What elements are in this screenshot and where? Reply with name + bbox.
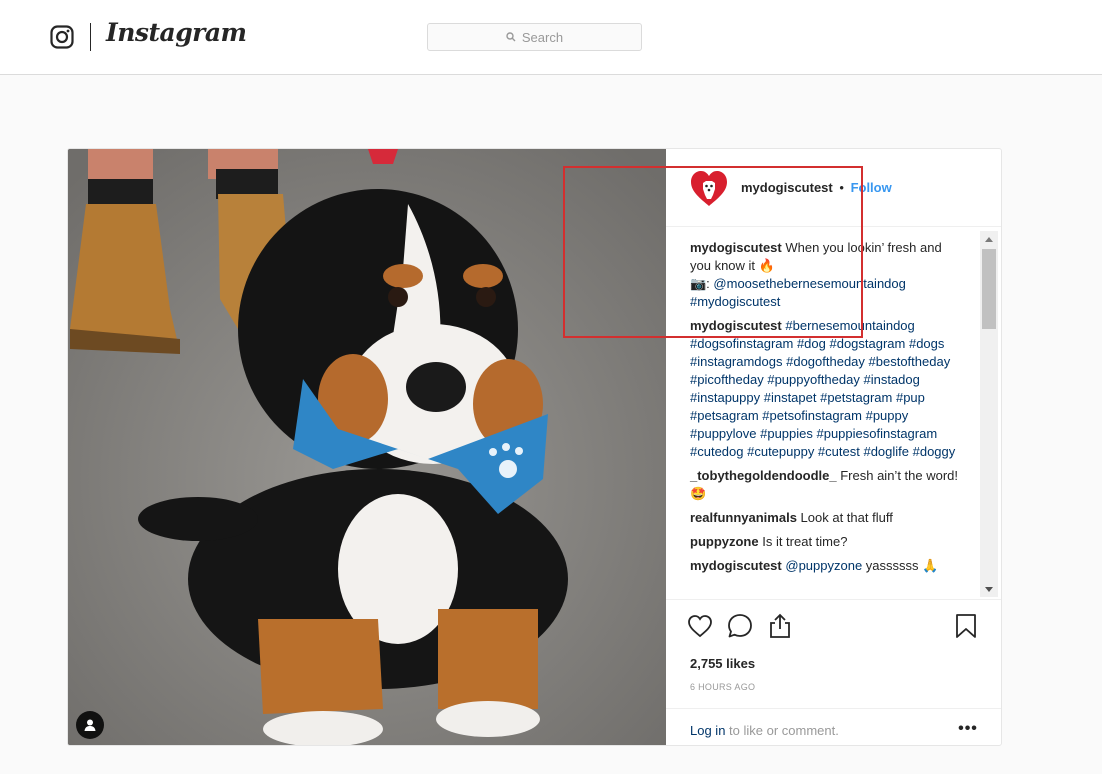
comment-text: Is it treat time?: [758, 534, 848, 549]
heart-logo-icon[interactable]: [689, 169, 729, 209]
login-link[interactable]: Log in: [690, 723, 725, 738]
login-bar: Log in to like or comment. •••: [666, 708, 1001, 745]
comment-icon[interactable]: [726, 612, 754, 640]
separator-dot: •: [839, 180, 844, 195]
comment-text: Look at that fluff: [796, 510, 893, 525]
likes-count[interactable]: 2,755 likes: [690, 656, 755, 671]
hashtag-link[interactable]: #mydogiscutest: [690, 294, 780, 309]
bookmark-icon[interactable]: [952, 612, 980, 640]
caption-comment: mydogiscutest When you lookin’ fresh and…: [690, 239, 965, 311]
more-icon[interactable]: •••: [956, 717, 980, 741]
user-tag-icon[interactable]: [76, 711, 104, 739]
share-icon[interactable]: [766, 612, 794, 640]
search-input[interactable]: Search: [427, 23, 642, 51]
post-header: mydogiscutest • Follow: [666, 149, 1001, 227]
scroll-down-arrow-icon[interactable]: [980, 581, 998, 597]
comment-username[interactable]: mydogiscutest: [690, 318, 782, 333]
mention-link[interactable]: @moosethebernesemountaindog: [713, 276, 905, 291]
follow-button[interactable]: Follow: [851, 180, 892, 195]
comments-section: mydogiscutest When you lookin’ fresh and…: [666, 227, 1001, 599]
hashtags-comment: mydogiscutest #bernesemountaindog #dogso…: [690, 317, 965, 461]
comment-text: yassssss 🙏: [862, 558, 939, 573]
instagram-wordmark[interactable]: Instagram: [106, 18, 247, 47]
post-sidebar: mydogiscutest • Follow mydogiscutest Whe…: [666, 149, 1001, 745]
logo-divider: [90, 23, 91, 51]
comment-text-prefix: 📷:: [690, 276, 714, 291]
scrollbar-thumb[interactable]: [982, 249, 996, 329]
mention-link[interactable]: @puppyzone: [785, 558, 862, 573]
heart-icon[interactable]: [686, 612, 714, 640]
scroll-up-arrow-icon[interactable]: [980, 231, 998, 247]
post-card: mydogiscutest • Follow mydogiscutest Whe…: [67, 148, 1002, 746]
comment-list: mydogiscutest When you lookin’ fresh and…: [690, 239, 965, 581]
comment-username[interactable]: mydogiscutest: [690, 240, 782, 255]
comment: mydogiscutest @puppyzone yassssss 🙏: [690, 557, 965, 575]
comment-username[interactable]: mydogiscutest: [690, 558, 782, 573]
comment: realfunnyanimals Look at that fluff: [690, 509, 965, 527]
comment-username[interactable]: realfunnyanimals: [690, 510, 797, 525]
comment-username[interactable]: _tobythegoldendoodle_: [690, 468, 837, 483]
post-timestamp[interactable]: 6 HOURS AGO: [690, 682, 755, 692]
post-photo[interactable]: [68, 149, 666, 745]
hashtags-list[interactable]: #bernesemountaindog #dogsofinstagram #do…: [690, 318, 955, 459]
comment-username[interactable]: puppyzone: [690, 534, 759, 549]
post-actions: 2,755 likes 6 HOURS AGO Log in to like o…: [666, 599, 1001, 745]
top-navigation-bar: Instagram Search: [0, 0, 1102, 75]
search-icon: [506, 32, 516, 42]
comments-scrollbar[interactable]: [980, 231, 998, 597]
login-prompt: Log in to like or comment.: [690, 723, 839, 738]
instagram-camera-icon[interactable]: [50, 25, 74, 49]
author-username[interactable]: mydogiscutest: [741, 180, 833, 195]
search-placeholder: Search: [521, 29, 564, 45]
comment: puppyzone Is it treat time?: [690, 533, 965, 551]
post-header-text: mydogiscutest • Follow: [741, 180, 892, 195]
comment: _tobythegoldendoodle_ Fresh ain’t the wo…: [690, 467, 965, 503]
login-text: to like or comment.: [725, 723, 839, 738]
